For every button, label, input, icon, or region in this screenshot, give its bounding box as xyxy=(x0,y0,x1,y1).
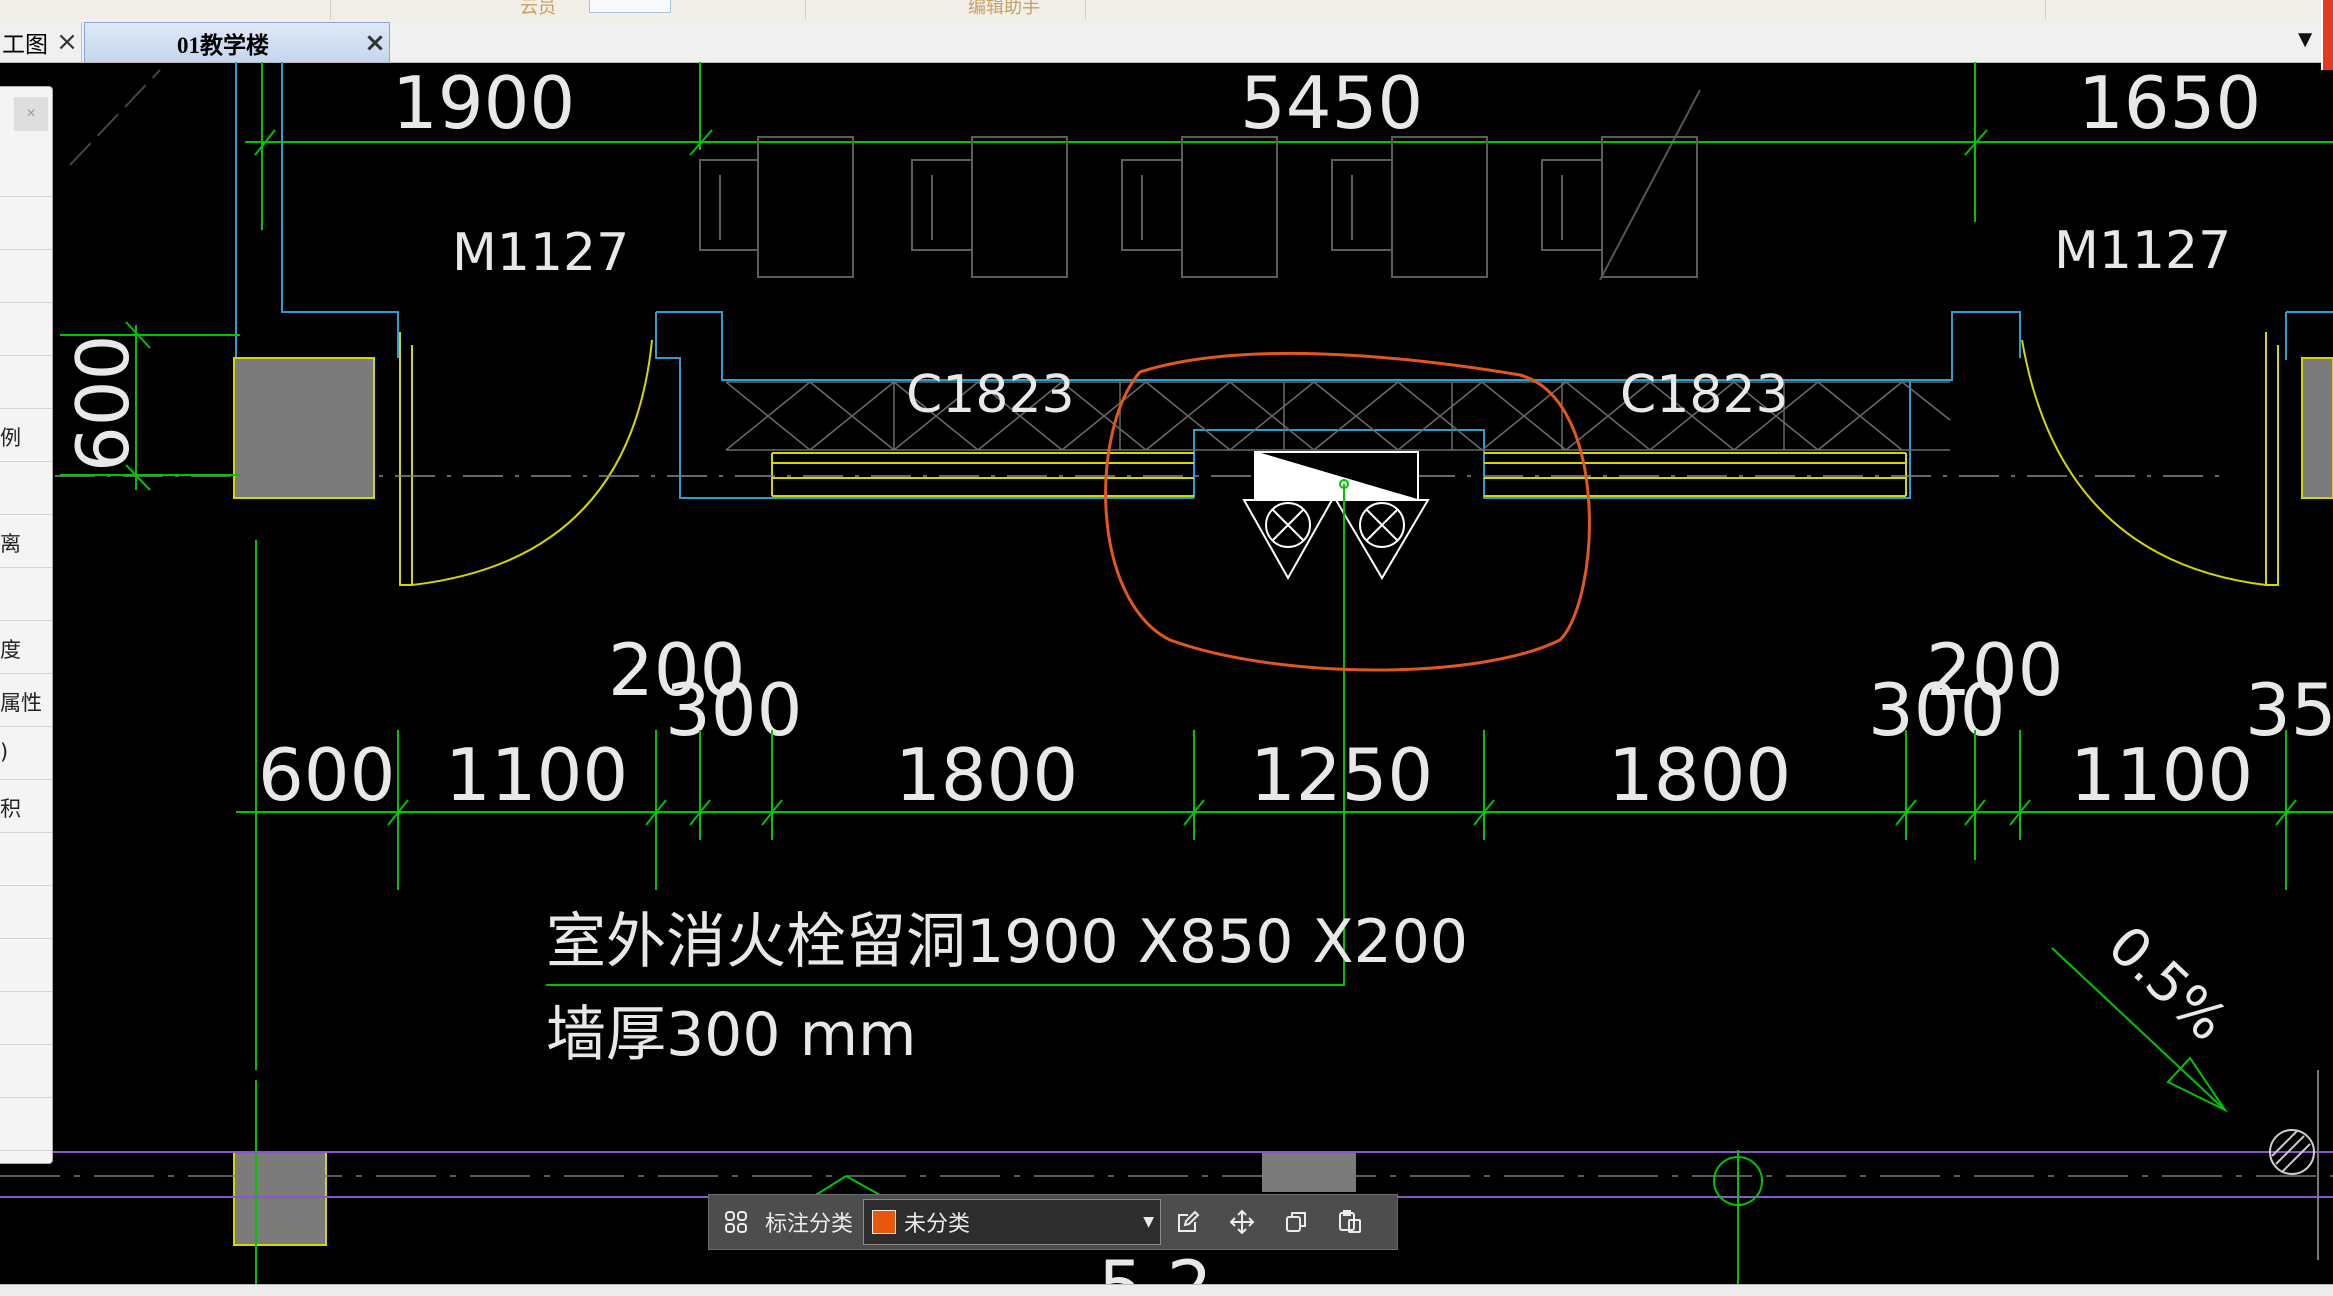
dimension-text: 5450 xyxy=(1240,62,1423,145)
close-icon[interactable]: × xyxy=(361,28,389,58)
panel-row[interactable]: 例 xyxy=(0,408,52,462)
ribbon-ghost-label-a: 云员 xyxy=(520,0,556,17)
panel-row[interactable] xyxy=(0,938,52,992)
annotation-toolbar: 标注分类 未分类 ▼ xyxy=(708,1194,1398,1250)
copy-icon[interactable] xyxy=(1269,1195,1323,1249)
top-ribbon-strip: 云员 编辑助手 xyxy=(0,0,2333,23)
cad-drawing-canvas[interactable]: 1900 5450 1650 M1127 M1127 C1823 C1823 6… xyxy=(0,62,2333,1284)
panel-row-label: 度 xyxy=(0,638,21,662)
status-strip xyxy=(0,1284,2333,1296)
diagonal-guide-line xyxy=(69,69,161,166)
ribbon-separator xyxy=(805,0,806,20)
annotation-note-line-1: 室外消火栓留洞1900 X850 X200 xyxy=(546,907,1468,977)
panel-row[interactable]: 离 xyxy=(0,514,52,568)
panel-row-label: 属性 xyxy=(0,691,42,715)
paste-icon[interactable] xyxy=(1323,1195,1377,1249)
panel-row[interactable]: 属性 xyxy=(0,673,52,727)
panel-row[interactable] xyxy=(0,1097,52,1151)
move-icon[interactable] xyxy=(1215,1195,1269,1249)
dimension-text: 1800 xyxy=(895,733,1078,817)
window-label: C1823 xyxy=(1620,365,1789,425)
side-property-panel: × 例离度属性) 积 xyxy=(0,86,53,1164)
panel-row[interactable] xyxy=(0,302,52,356)
panel-row[interactable]: 度 xyxy=(0,620,52,674)
panel-row[interactable] xyxy=(0,143,52,197)
annotation-note-line-2: 墙厚300 mm xyxy=(546,1000,917,1070)
dimension-text: 600 xyxy=(61,335,145,472)
door-label: M1127 xyxy=(452,223,629,283)
panel-row[interactable] xyxy=(0,991,52,1045)
dimension-text: 1900 xyxy=(392,62,575,145)
slope-label: 0.5% xyxy=(2096,913,2239,1053)
panel-row-label: 例 xyxy=(0,426,21,450)
panel-row[interactable]: ) xyxy=(0,726,52,780)
tab-01-building[interactable]: 01教学楼 × xyxy=(84,22,390,62)
dimension-text: 1800 xyxy=(1608,733,1791,817)
panel-row-label: 积 xyxy=(0,797,21,821)
dimension-text: 1650 xyxy=(2078,62,2261,145)
category-select-value: 未分类 xyxy=(904,1212,971,1237)
window-edge-accent xyxy=(2321,0,2333,70)
dimension-text: 600 xyxy=(258,733,395,817)
panel-row[interactable] xyxy=(0,567,52,621)
panel-row[interactable]: 积 xyxy=(0,779,52,833)
ribbon-separator xyxy=(330,0,331,20)
tab-drawing[interactable]: 工图 × xyxy=(0,22,82,62)
fire-hydrant-symbol xyxy=(1242,499,1430,581)
diagonal-guide-line xyxy=(1599,89,1701,281)
ribbon-ghost-label-b: 编辑助手 xyxy=(968,0,1040,17)
panel-row[interactable] xyxy=(0,461,52,515)
close-icon[interactable]: × xyxy=(14,97,48,131)
document-tab-bar: 工图 × 01教学楼 × ▼ xyxy=(0,22,2333,63)
panel-row-label: ) xyxy=(0,740,9,764)
ribbon-ghost-box xyxy=(589,0,671,13)
chevron-down-icon: ▼ xyxy=(1143,1214,1155,1230)
category-color-swatch xyxy=(872,1210,897,1234)
panel-row[interactable] xyxy=(0,1044,52,1098)
panel-row[interactable] xyxy=(0,885,52,939)
ribbon-separator xyxy=(2045,0,2046,20)
dimension-text: 300 xyxy=(665,668,802,752)
dimension-text: 1250 xyxy=(1250,733,1433,817)
grid-label: 5 2 xyxy=(1098,1245,1213,1284)
panel-row[interactable] xyxy=(0,832,52,886)
edit-icon[interactable] xyxy=(1161,1195,1215,1249)
window-label: C1823 xyxy=(906,365,1075,425)
structural-column xyxy=(1262,1152,1356,1192)
dimension-text: 1100 xyxy=(2070,733,2253,817)
panel-row[interactable] xyxy=(0,249,52,303)
category-label: 标注分类 xyxy=(765,1212,854,1237)
structural-column xyxy=(2301,357,2333,499)
grid-apps-icon[interactable] xyxy=(709,1195,763,1249)
ribbon-separator xyxy=(1085,0,1086,20)
review-markup-cloud[interactable] xyxy=(1104,351,1591,672)
category-select[interactable]: 未分类 ▼ xyxy=(863,1199,1162,1245)
tab-label: 工图 xyxy=(2,32,48,57)
panel-row[interactable] xyxy=(0,196,52,250)
dimension-text: 200 xyxy=(1926,628,2063,712)
tab-label: 01教学楼 xyxy=(177,32,269,58)
structural-column xyxy=(233,1151,327,1246)
structural-column xyxy=(233,357,375,499)
equipment-outlines xyxy=(699,136,1698,278)
door-label: M1127 xyxy=(2054,221,2231,281)
dimension-text: 1100 xyxy=(445,733,628,817)
dimension-text: 35 xyxy=(2245,668,2333,752)
close-icon[interactable]: × xyxy=(53,27,81,57)
panel-row[interactable] xyxy=(0,355,52,409)
tab-list-dropdown-icon[interactable]: ▼ xyxy=(2293,26,2317,54)
panel-row-label: 离 xyxy=(0,532,21,556)
